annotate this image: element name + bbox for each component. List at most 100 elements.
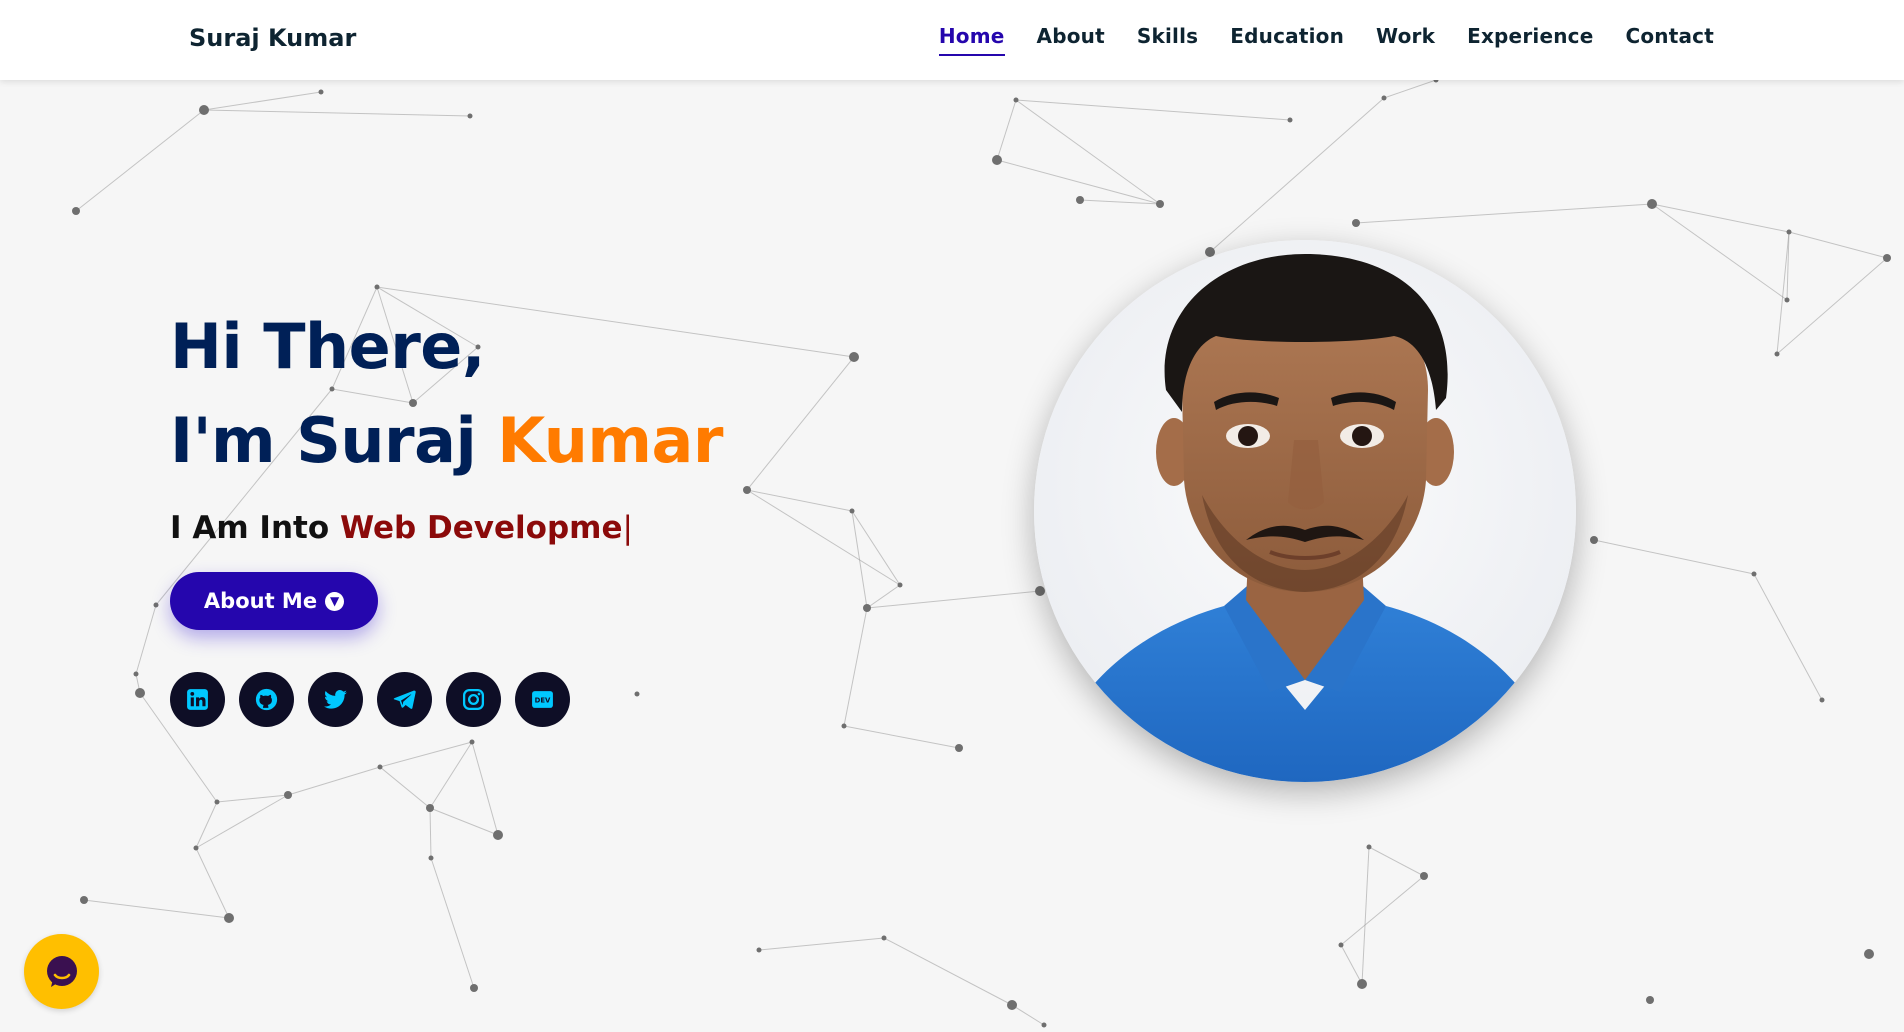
particle-dot <box>897 582 903 588</box>
particle-dot <box>1007 1000 1017 1010</box>
particle-dot <box>1646 996 1654 1004</box>
particle-dot <box>214 799 220 805</box>
particle-dot <box>1590 536 1598 544</box>
particle-dot <box>634 691 640 697</box>
particle-dot <box>1041 1022 1047 1028</box>
particle-link <box>746 356 855 491</box>
chat-bubble-icon <box>46 955 77 987</box>
nav-experience[interactable]: Experience <box>1467 24 1593 56</box>
particle-dot <box>1287 117 1293 123</box>
particle-link <box>1383 79 1437 99</box>
particle-dot <box>133 671 139 677</box>
particle-dot <box>992 155 1002 165</box>
particle-dot <box>224 913 234 923</box>
particle-link <box>195 847 230 919</box>
particle-dot <box>1420 872 1428 880</box>
particle-dot <box>470 984 478 992</box>
particle-dot <box>153 602 159 608</box>
telegram-link[interactable] <box>377 672 432 727</box>
linkedin-link[interactable] <box>170 672 225 727</box>
particle-link <box>75 109 205 212</box>
particle-dot <box>1013 97 1019 103</box>
navbar: Suraj Kumar Home About Skills Education … <box>0 0 1904 80</box>
particle-link <box>287 766 381 796</box>
particle-dot <box>80 896 88 904</box>
particle-link <box>1015 99 1291 121</box>
twitter-link[interactable] <box>308 672 363 727</box>
nav-contact[interactable]: Contact <box>1625 24 1714 56</box>
particle-link <box>1593 539 1755 575</box>
about-me-button[interactable]: About Me ▼ <box>170 572 378 630</box>
particle-dot <box>72 207 80 215</box>
particle-dot <box>841 723 847 729</box>
hero-name: I'm Suraj Kumar <box>170 394 723 488</box>
main-nav: Home About Skills Education Work Experie… <box>938 24 1714 56</box>
particle-dot <box>1381 95 1387 101</box>
telegram-icon <box>393 690 416 709</box>
particle-link <box>758 937 885 951</box>
particle-dot <box>743 486 751 494</box>
particle-dot <box>377 764 383 770</box>
typed-text: Web Developme <box>339 510 623 546</box>
nav-work[interactable]: Work <box>1376 24 1435 56</box>
brand-logo[interactable]: Suraj Kumar <box>189 24 356 52</box>
nav-about[interactable]: About <box>1037 24 1105 56</box>
particle-dot <box>318 89 324 95</box>
particle-dot <box>1352 219 1360 227</box>
particle-link <box>746 489 901 586</box>
profile-portrait-illustration <box>1034 254 1576 782</box>
particle-dot <box>193 845 199 851</box>
nav-skills[interactable]: Skills <box>1137 24 1198 56</box>
particle-link <box>1651 203 1788 301</box>
particle-dot <box>426 804 434 812</box>
particle-link <box>83 899 230 919</box>
chat-widget-button[interactable] <box>24 934 99 1009</box>
particle-link <box>1368 846 1425 877</box>
typing-prefix: I Am Into <box>170 510 340 546</box>
particle-dot <box>1864 949 1874 959</box>
particle-link <box>1340 944 1363 985</box>
particle-link <box>851 510 868 609</box>
twitter-icon <box>324 690 347 709</box>
particle-link <box>1753 573 1823 701</box>
particle-dot <box>955 744 963 752</box>
dev-icon-text: DEV <box>535 696 551 704</box>
particle-dot <box>284 791 292 799</box>
hero-name-accent: Kumar <box>497 404 723 477</box>
particle-link <box>471 741 499 836</box>
particle-dot <box>1366 844 1372 850</box>
dev-link[interactable]: DEV <box>515 672 570 727</box>
particle-dot <box>199 105 209 115</box>
dev-icon: DEV <box>532 691 553 708</box>
particle-dot <box>849 508 855 514</box>
instagram-link[interactable] <box>446 672 501 727</box>
github-link[interactable] <box>239 672 294 727</box>
particle-dot <box>1819 697 1825 703</box>
particle-dot <box>1035 586 1045 596</box>
particle-dot <box>1156 200 1164 208</box>
particle-link <box>866 584 901 609</box>
particle-link <box>866 590 1041 609</box>
arrow-down-circle-icon: ▼ <box>325 591 345 611</box>
hero-greeting: Hi There, <box>170 310 485 383</box>
nav-home[interactable]: Home <box>938 24 1005 56</box>
nav-education[interactable]: Education <box>1230 24 1344 56</box>
particle-link <box>883 937 1013 1006</box>
particle-link <box>1209 97 1385 253</box>
github-icon <box>255 688 278 711</box>
particle-dot <box>1883 254 1891 262</box>
instagram-icon <box>462 688 485 711</box>
particle-dot <box>493 830 503 840</box>
particle-dot <box>1647 199 1657 209</box>
particle-dot <box>1774 351 1780 357</box>
particle-link <box>1340 875 1425 946</box>
particle-link <box>1788 231 1888 259</box>
particle-link <box>429 807 499 836</box>
particle-dot <box>1357 979 1367 989</box>
particle-link <box>1776 257 1888 355</box>
particle-link <box>379 766 431 809</box>
particle-link <box>851 510 901 586</box>
particle-link <box>203 91 322 111</box>
particle-link <box>135 604 157 675</box>
particle-dot <box>135 688 145 698</box>
